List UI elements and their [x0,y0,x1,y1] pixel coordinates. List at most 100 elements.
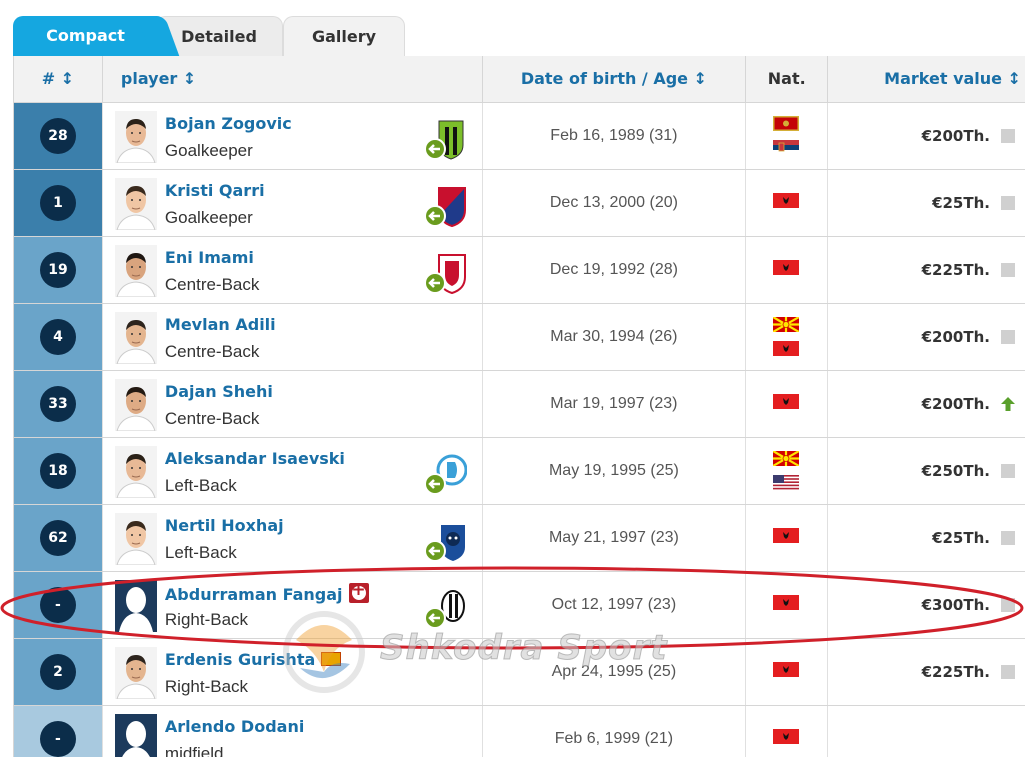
red-white-club-icon[interactable] [423,253,467,295]
player-photo[interactable] [114,178,157,230]
shirt-number-cell: - [14,706,103,757]
player-position: midfield [164,744,224,757]
player-cell: Kristi Qarri Goalkeeper [103,170,483,236]
player-cell: Dajan Shehi Centre-Back [103,371,483,437]
player-name[interactable]: Nertil Hoxhaj [165,516,284,535]
market-value-cell: €200Th. [828,304,1025,370]
shirt-number-cell: 62 [14,505,103,571]
player-name-link[interactable]: Abdurraman Fangaj [165,580,369,604]
shirt-number-cell: 1 [14,170,103,236]
player-name[interactable]: Erdenis Gurishta [165,650,315,669]
blue-panther-club-icon[interactable] [423,521,467,563]
market-value-cell: €225Th. [828,639,1025,705]
flag-albania-icon [773,528,800,543]
table-row: 1 Kristi Qarri Goalkeeper Dec 13, 2000 (20)… [14,170,1025,237]
blue-white-club-icon[interactable] [423,454,468,496]
nationality-cell [746,505,829,571]
nationality-cell [746,706,829,757]
player-position: Goalkeeper [164,208,253,227]
player-name[interactable]: Bojan Zogovic [165,114,292,133]
table-row: 4 Mevlan Adili Centre-Back Mar 30, 1994 (26… [14,304,1025,371]
shirt-number-badge: - [39,721,76,757]
table-row: 62 Nertil Hoxhaj Left-Back May 21, 1997 (23… [14,505,1025,572]
table-row: 19 Eni Imami Centre-Back Dec 19, 1992 (28) €… [14,237,1025,304]
market-value-link[interactable]: €200Th. [922,103,990,169]
player-cell: Nertil Hoxhaj Left-Back [103,505,483,571]
player-name[interactable]: Dajan Shehi [165,382,273,401]
player-name-link[interactable]: Eni Imami [165,248,254,267]
player-name-link[interactable]: Mevlan Adili [165,315,276,334]
watermark-text: Shkodra Sport [380,628,668,669]
player-name[interactable]: Mevlan Adili [165,315,276,334]
table-row: 18 Aleksandar Isaevski Left-Back May 19, 19… [14,438,1025,505]
player-photo[interactable] [114,446,157,498]
player-photo[interactable] [114,245,157,297]
sort-number-header[interactable]: # ↕ [14,56,103,102]
market-value-link[interactable]: €225Th. [922,639,990,705]
shirt-number-badge: 4 [39,319,76,355]
market-value-link[interactable]: €200Th. [922,304,990,370]
flag-north-macedonia-icon [772,450,800,467]
flag-albania-icon [773,193,800,208]
green-black-club-icon[interactable] [423,119,467,161]
tab-gallery[interactable]: Gallery [283,16,405,56]
nationality-cell [746,438,829,504]
sort-player-header[interactable]: player ↕ [103,56,483,102]
player-name[interactable]: Arlendo Dodani [165,717,304,736]
player-name-link[interactable]: Aleksandar Isaevski [165,449,345,468]
player-photo[interactable] [114,580,157,632]
dob-cell: Mar 30, 1994 (26) [483,304,747,370]
table-row: - Arlendo Dodani midfield Feb 6, 1999 (21) [14,706,1025,757]
value-trend-neutral-icon [1000,531,1015,545]
dob-cell: Dec 19, 1992 (28) [483,237,747,303]
nationality-header: Nat. [746,56,829,102]
player-name[interactable]: Abdurraman Fangaj [165,585,343,604]
market-value-link[interactable]: €225Th. [922,237,990,303]
player-position: Centre-Back [164,275,260,294]
dob-cell: May 21, 1997 (23) [483,505,747,571]
player-name-link[interactable]: Arlendo Dodani [165,717,304,736]
player-name-link[interactable]: Nertil Hoxhaj [165,516,284,535]
sort-dob-header[interactable]: Date of birth / Age ↕ [483,56,747,102]
market-value-cell: €300Th. [828,572,1025,638]
shirt-number-badge: 62 [39,520,76,556]
value-up-arrow-icon [1000,397,1015,411]
player-photo[interactable] [114,647,157,699]
player-photo[interactable] [114,312,157,364]
dob-cell: Feb 16, 1989 (31) [483,103,747,169]
player-name-link[interactable]: Bojan Zogovic [165,114,292,133]
shirt-number-cell: 33 [14,371,103,437]
dob-cell: Dec 13, 2000 (20) [483,170,747,236]
market-value-link[interactable]: €25Th. [932,505,990,571]
shirt-number-badge: 18 [39,453,76,489]
player-photo[interactable] [114,111,157,163]
player-photo[interactable] [114,379,157,431]
market-value-link[interactable]: €25Th. [932,170,990,236]
market-value-link[interactable]: €200Th. [922,371,990,437]
market-value-cell [828,706,1025,757]
player-name[interactable]: Eni Imami [165,248,254,267]
player-name[interactable]: Aleksandar Isaevski [165,449,345,468]
tab-compact[interactable]: Compact [13,16,158,56]
player-photo[interactable] [114,513,157,565]
player-name-link[interactable]: Dajan Shehi [165,382,273,401]
shirt-number-cell: - [14,572,103,638]
shirt-number-badge: 1 [39,185,76,221]
black-white-club-icon[interactable] [423,588,467,630]
red-blue-club-icon[interactable] [423,186,467,228]
player-name-link[interactable]: Erdenis Gurishta [165,650,342,669]
flag-albania-icon [773,662,800,677]
market-value-link[interactable]: €300Th. [922,572,990,638]
market-value-link[interactable]: €250Th. [922,438,990,504]
player-photo[interactable] [114,714,157,757]
flag-albania-icon [773,260,800,275]
player-name-link[interactable]: Kristi Qarri [165,181,265,200]
value-trend-neutral-icon [1000,330,1015,344]
value-trend-neutral-icon [1000,129,1015,143]
flag-albania-icon [773,341,800,356]
sort-market-value-header[interactable]: Market value ↕ [828,56,1025,102]
value-trend-neutral-icon [1000,263,1015,277]
player-name[interactable]: Kristi Qarri [165,181,265,200]
view-tabs: Gallery Detailed Compact [13,16,1025,56]
table-header: # ↕ player ↕ Date of birth / Age ↕ Nat. … [14,56,1025,103]
